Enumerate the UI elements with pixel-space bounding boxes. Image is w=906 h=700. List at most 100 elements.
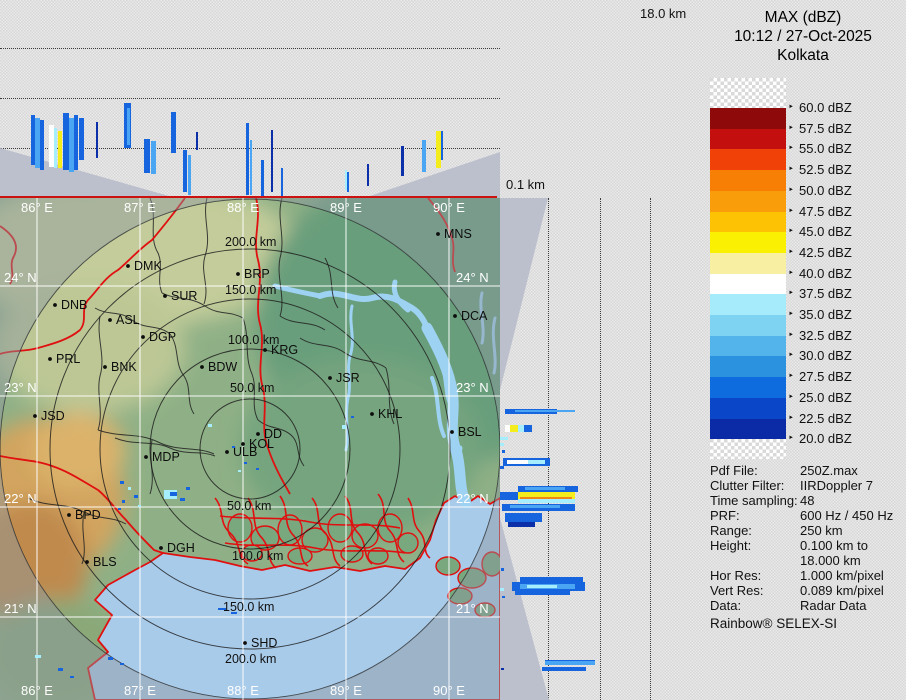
metadata-row: PRF: 600 Hz / 450 Hz	[710, 508, 906, 523]
city-dot	[236, 272, 240, 276]
echo-bar	[500, 492, 518, 500]
city-dot	[328, 376, 332, 380]
echo-bar	[501, 568, 504, 571]
radar-map: 86° E 87° E 88° E 89° E 90° E 86° E 87° …	[0, 198, 500, 700]
legend-swatch	[710, 190, 786, 212]
city-dot	[159, 546, 163, 550]
legend-label: 47.5 dBZ	[799, 203, 852, 219]
metadata-row: Time sampling: 48	[710, 493, 906, 508]
ring-label: 50.0 km	[227, 499, 271, 513]
legend-tick-arrow: ‣	[788, 309, 794, 320]
legend-swatch	[710, 315, 786, 337]
legend-tick-arrow: ‣	[788, 102, 794, 113]
city-label: DCA	[461, 309, 488, 323]
echo-speck	[180, 498, 185, 501]
ring-label: 50.0 km	[230, 381, 274, 395]
legend-tick-arrow: ‣	[788, 122, 794, 134]
echo-bar	[542, 667, 586, 671]
legend-swatch	[710, 294, 786, 316]
city-dot	[48, 357, 52, 361]
echo-speck	[108, 657, 113, 660]
metadata-label: Pdf File:	[710, 463, 758, 478]
city-dot	[126, 264, 130, 268]
echo-speck	[128, 487, 131, 490]
metadata-row: Pdf File: 250Z.max	[710, 463, 906, 478]
metadata-label: PRF:	[710, 508, 740, 523]
legend-label: 35.0 dBZ	[799, 307, 852, 322]
legend-tick-arrow: ‣	[788, 164, 794, 176]
legend-label: 52.5 dBZ	[799, 162, 852, 178]
legend-tick-arrow: ‣	[788, 288, 794, 300]
legend-tick-arrow: ‣	[788, 433, 794, 445]
legend-swatch	[710, 439, 786, 460]
echo-speck	[138, 505, 141, 507]
echo-bar	[196, 132, 198, 150]
echo-bar	[151, 141, 156, 174]
echo-bar	[524, 425, 532, 432]
height-gridline	[650, 198, 651, 700]
city-dot	[225, 450, 229, 454]
metadata-value: 0.089 km/pixel	[800, 583, 884, 598]
lon-label: 90° E	[433, 200, 465, 215]
city-dot	[453, 314, 457, 318]
echo-bar	[74, 115, 78, 170]
metadata-row: Data: Radar Data	[710, 598, 906, 613]
legend-label: 60.0 dBZ	[799, 100, 852, 115]
city-label: JSD	[41, 409, 65, 423]
echo-bar	[58, 131, 62, 168]
metadata-label: Hor Res:	[710, 568, 762, 583]
lon-label: 88° E	[227, 200, 259, 215]
echo-bar	[527, 585, 557, 588]
echo-bar	[183, 150, 187, 192]
city-dot	[144, 455, 148, 459]
echo-bar	[510, 505, 560, 508]
lon-label: 88° E	[227, 683, 259, 698]
lat-label: 21° N	[456, 601, 489, 616]
legend-swatch	[710, 397, 786, 419]
echo-bar	[54, 128, 57, 168]
echo-bar	[500, 466, 504, 469]
echo-bar	[96, 122, 98, 158]
legend-label: 50.0 dBZ	[799, 182, 852, 198]
metadata-row: Height: 0.100 km to	[710, 538, 906, 553]
echo-bar	[441, 131, 443, 160]
lat-label: 21° N	[4, 601, 37, 616]
echo-bar	[367, 164, 369, 186]
city-dot	[163, 294, 167, 298]
legend-label: 45.0 dBZ	[799, 224, 852, 240]
echo-bar	[515, 410, 575, 412]
legend-swatch	[710, 78, 786, 108]
legend-swatch	[710, 128, 786, 150]
lon-label: 87° E	[124, 200, 156, 215]
echo-bar	[188, 155, 191, 195]
metadata-value: 48	[800, 493, 815, 508]
echo-bar	[246, 123, 249, 195]
max-height-label: 18.0 km	[640, 6, 687, 21]
lat-label: 23° N	[4, 380, 37, 395]
city-label: BPD	[75, 508, 101, 522]
echo-bar	[171, 112, 176, 153]
echo-bar	[500, 443, 504, 446]
product-datetime: 10:12 / 27-Oct-2025	[734, 28, 872, 45]
echo-bar	[502, 596, 505, 598]
metadata-value: 0.100 km to	[800, 538, 868, 553]
echo-bar	[271, 130, 273, 192]
city-dot	[256, 432, 260, 436]
legend-tick-arrow: ‣	[788, 226, 794, 238]
metadata-value: 250 km	[800, 523, 843, 538]
metadata-row: Vert Res: 0.089 km/pixel	[710, 583, 906, 598]
echo-speck	[58, 668, 63, 671]
legend-swatch	[710, 335, 786, 357]
city-dot	[85, 560, 89, 564]
echo-speck	[120, 481, 124, 484]
software-credit: Rainbow® SELEX-SI	[710, 616, 838, 631]
metadata-value: 600 Hz / 450 Hz	[800, 508, 894, 523]
echo-speck	[256, 468, 259, 470]
ring-label: 200.0 km	[225, 235, 276, 249]
min-height-label: 0.1 km	[506, 177, 546, 192]
echo-speck	[351, 416, 354, 418]
metadata-row: 18.000 km	[710, 553, 906, 568]
ring-label: 100.0 km	[232, 549, 283, 563]
legend-label: 55.0 dBZ	[799, 141, 852, 157]
legend-swatch	[710, 108, 786, 130]
